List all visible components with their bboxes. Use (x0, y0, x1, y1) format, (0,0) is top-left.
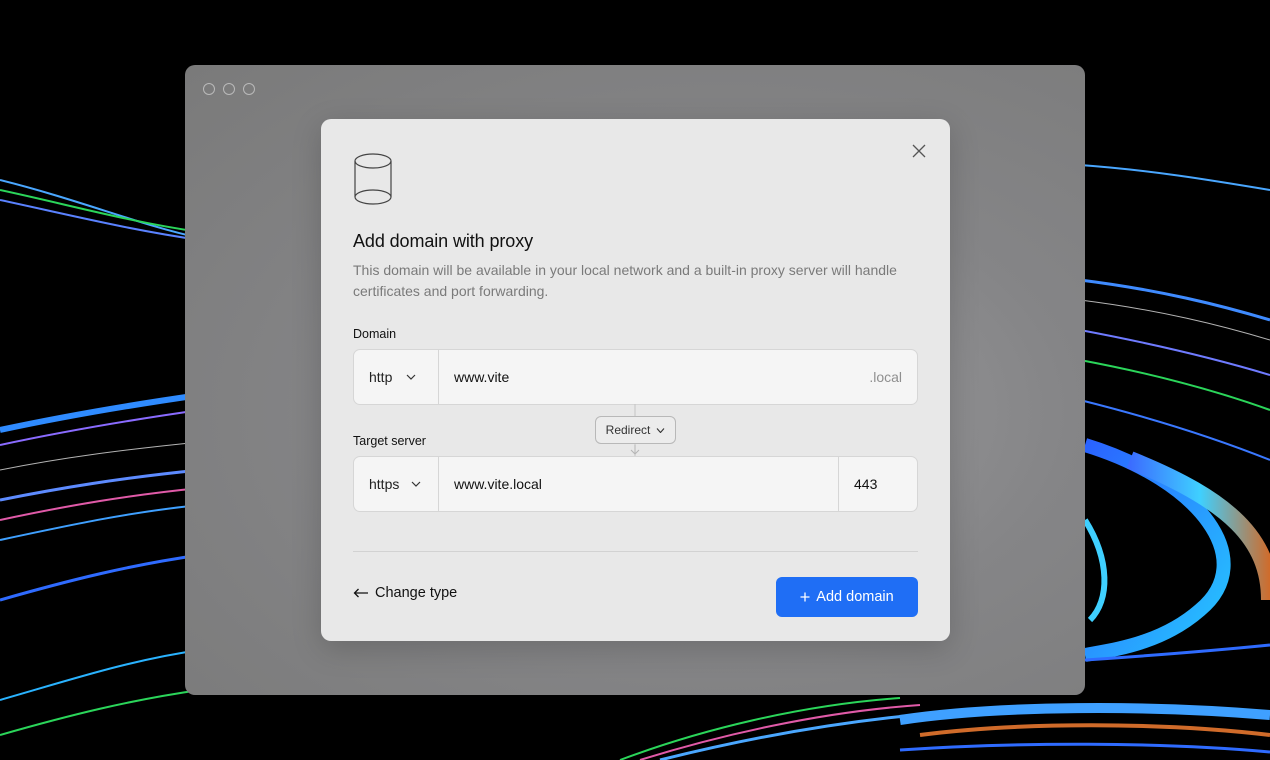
dialog-title: Add domain with proxy (353, 231, 533, 251)
target-host-value: www.vite.local (454, 476, 542, 492)
domain-host-input[interactable]: www.vite .local (439, 350, 917, 404)
target-port-input[interactable]: 443 (838, 457, 917, 511)
arrow-left-icon (353, 588, 368, 598)
add-domain-label: Add domain (816, 589, 894, 605)
domain-suffix: .local (869, 369, 902, 385)
domain-protocol-value: http (369, 369, 393, 385)
domain-host-value: www.vite (454, 369, 510, 385)
plus-icon (800, 592, 810, 602)
add-domain-dialog: Add domain with proxy This domain will b… (321, 119, 950, 641)
change-type-button[interactable]: Change type (353, 585, 457, 601)
window-controls (203, 83, 255, 95)
window-minimize-control[interactable] (223, 83, 235, 95)
add-domain-button[interactable]: Add domain (776, 577, 918, 617)
close-icon[interactable] (910, 142, 928, 160)
domain-label: Domain (353, 327, 397, 341)
database-icon (354, 153, 392, 205)
window-zoom-control[interactable] (243, 83, 255, 95)
arrow-down-icon (630, 445, 640, 455)
target-port-value: 443 (854, 476, 878, 492)
chevron-down-icon (656, 427, 665, 433)
target-host-input[interactable]: www.vite.local (439, 457, 838, 511)
target-protocol-select[interactable]: https (354, 457, 439, 511)
target-server-label: Target server (353, 434, 426, 448)
change-type-label: Change type (375, 585, 458, 601)
chevron-down-icon (406, 374, 416, 380)
chevron-down-icon (411, 481, 421, 487)
window-close-control[interactable] (203, 83, 215, 95)
dialog-description: This domain will be available in your lo… (353, 262, 897, 299)
footer-divider (353, 551, 918, 552)
redirect-label: Redirect (605, 423, 651, 437)
domain-protocol-select[interactable]: http (354, 350, 439, 404)
target-field-row: https www.vite.local 443 (353, 456, 918, 512)
domain-field-row: http www.vite .local (353, 349, 918, 405)
redirect-dropdown[interactable]: Redirect (595, 416, 676, 444)
target-protocol-value: https (369, 476, 400, 492)
